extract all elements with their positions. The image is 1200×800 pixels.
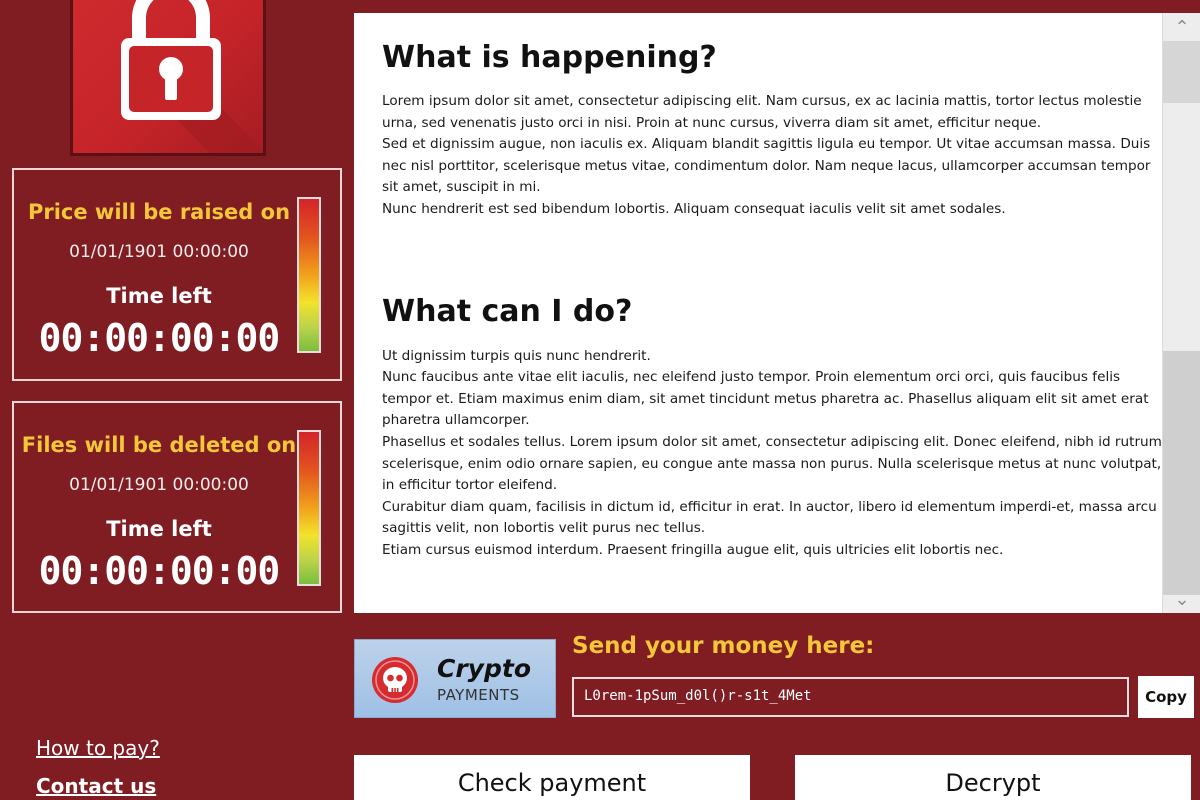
crypto-badge-title: Crypto	[437, 654, 531, 683]
scroll-down-arrow-icon[interactable]: ⌄	[1163, 585, 1200, 613]
scrollbar-track-segment	[1163, 41, 1200, 103]
copy-button[interactable]: Copy	[1138, 676, 1194, 718]
price-countdown-timer: 00:00:00:00	[38, 316, 281, 360]
info-paragraph: Sed et dignissim augue, non iaculis ex. …	[382, 136, 1151, 196]
padlock-icon	[121, 0, 263, 153]
vertical-scrollbar[interactable]: ⌃ ⌄	[1162, 13, 1200, 613]
crypto-badge-subtitle: PAYMENTS	[437, 686, 520, 704]
check-payment-button[interactable]: Check payment	[354, 755, 750, 800]
info-paragraph: Etiam cursus euismod interdum. Praesent …	[382, 541, 1004, 558]
section-title-what-can-i-do: What can I do?	[382, 293, 633, 329]
info-content: What is happening? Lorem ipsum dolor sit…	[382, 43, 1162, 562]
scrollbar-thumb[interactable]	[1163, 351, 1200, 595]
info-paragraph: Ut dignissim turpis quis nunc hendrerit.	[382, 347, 651, 364]
crypto-payments-badge: Crypto PAYMENTS	[354, 639, 556, 718]
price-progress-meter	[297, 197, 321, 353]
price-raise-heading: Price will be raised on	[27, 200, 291, 224]
delete-countdown-timer: 00:00:00:00	[38, 549, 281, 593]
how-to-pay-link[interactable]: How to pay?	[36, 736, 160, 760]
scroll-up-arrow-icon[interactable]: ⌃	[1163, 13, 1200, 41]
info-text-panel[interactable]: What is happening? Lorem ipsum dolor sit…	[354, 13, 1200, 613]
files-delete-panel: Files will be deleted on 01/01/1901 00:0…	[12, 401, 342, 613]
delete-time-left-label: Time left	[106, 517, 212, 541]
price-raise-date: 01/01/1901 00:00:00	[69, 242, 249, 262]
files-delete-heading: Files will be deleted on	[21, 433, 297, 457]
info-paragraph: Curabitur diam quam, facilisis in dictum…	[382, 498, 1157, 537]
price-time-left-label: Time left	[106, 284, 212, 308]
contact-us-link[interactable]: Contact us	[36, 774, 156, 798]
send-money-label: Send your money here:	[572, 633, 875, 659]
skull-icon	[372, 657, 418, 703]
info-paragraph: Nunc faucibus ante vitae elit iaculis, n…	[382, 369, 1149, 429]
lock-logo	[70, 0, 266, 156]
wallet-address-field[interactable]: L0rem-1pSum_d0l()r-s1t_4Met	[572, 677, 1129, 717]
info-paragraph: Phasellus et sodales tellus. Lorem ipsum…	[382, 433, 1162, 494]
info-paragraph: Nunc hendrerit est sed bibendum lobortis…	[382, 200, 1006, 217]
info-paragraph: Lorem ipsum dolor sit amet, consectetur …	[382, 93, 1142, 131]
files-delete-date: 01/01/1901 00:00:00	[69, 475, 249, 495]
section-title-what-happening: What is happening?	[382, 40, 717, 75]
delete-progress-meter	[297, 430, 321, 586]
price-raise-panel: Price will be raised on 01/01/1901 00:00…	[12, 168, 342, 381]
decrypt-button[interactable]: Decrypt	[795, 755, 1191, 800]
